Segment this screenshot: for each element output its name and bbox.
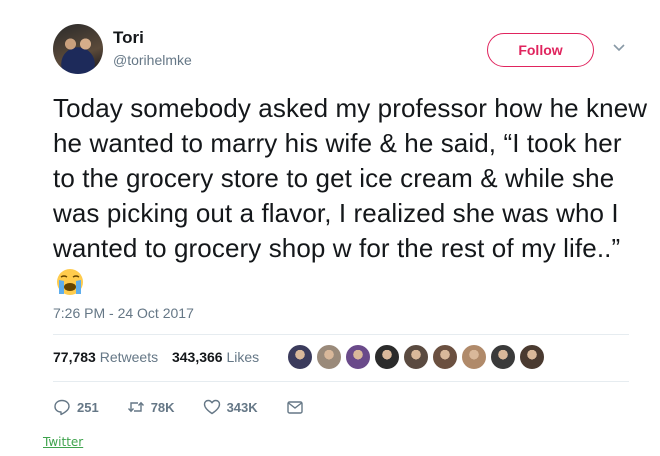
liker-avatar[interactable] (287, 344, 313, 370)
retweets-label: Retweets (99, 349, 159, 365)
liker-avatars (287, 344, 548, 370)
retweet-count: 78K (150, 399, 175, 415)
like-button[interactable]: 343K (203, 398, 258, 416)
envelope-icon (286, 401, 303, 414)
avatar[interactable] (53, 24, 103, 74)
tweet-actions: 251 78K 343K (53, 397, 338, 417)
source-link[interactable]: Twitter (43, 435, 83, 449)
tweet-timestamp[interactable]: 7:26 PM - 24 Oct 2017 (53, 305, 194, 321)
likes-count: 343,366 (171, 349, 223, 365)
divider (53, 381, 629, 382)
liker-avatar[interactable] (374, 344, 400, 370)
follow-button[interactable]: Follow (487, 33, 594, 67)
liker-avatar[interactable] (432, 344, 458, 370)
author-handle[interactable]: @torihelmke (113, 52, 192, 68)
liker-avatar[interactable] (461, 344, 487, 370)
liker-avatar[interactable] (345, 344, 371, 370)
liker-avatar[interactable] (519, 344, 545, 370)
likes-stat[interactable]: 343,366 Likes (172, 349, 259, 365)
engagement-stats: 77,783 Retweets 343,366 Likes (53, 349, 259, 365)
crying-face-icon (57, 269, 83, 295)
tweet-card: Tori @torihelmke Follow Today somebody a… (0, 0, 660, 456)
likes-label: Likes (226, 349, 260, 365)
reply-icon (54, 399, 70, 416)
retweet-icon (127, 401, 144, 413)
heart-icon (203, 399, 220, 415)
liker-avatar[interactable] (316, 344, 342, 370)
retweets-stat[interactable]: 77,783 Retweets (53, 349, 158, 365)
tweet-body: Today somebody asked my professor how he… (53, 93, 648, 263)
chevron-down-icon[interactable] (612, 41, 626, 55)
divider (53, 334, 629, 335)
author-name[interactable]: Tori (113, 28, 144, 48)
retweets-count: 77,783 (53, 349, 96, 365)
tweet-text: Today somebody asked my professor how he… (53, 91, 648, 301)
like-count: 343K (226, 399, 258, 415)
liker-avatar[interactable] (403, 344, 429, 370)
liker-avatar[interactable] (490, 344, 516, 370)
direct-message-button[interactable] (286, 398, 310, 416)
retweet-button[interactable]: 78K (127, 398, 175, 416)
reply-count: 251 (77, 399, 99, 415)
reply-button[interactable]: 251 (53, 398, 99, 416)
